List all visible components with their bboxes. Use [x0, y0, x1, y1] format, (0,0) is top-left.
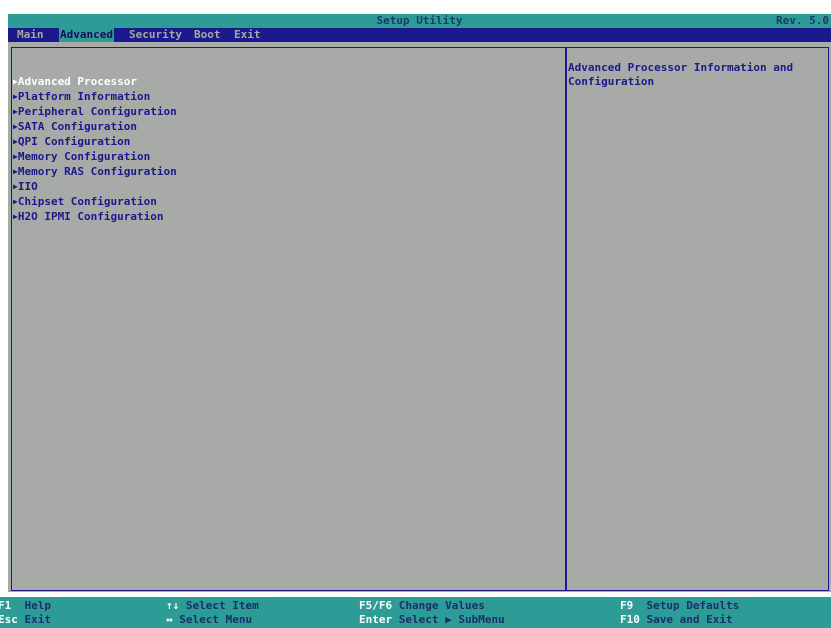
- item-help-text: Advanced Processor Information and Confi…: [568, 61, 794, 88]
- key-help-f10: F10 Save and Exit: [620, 613, 733, 627]
- menu-item-label: Chipset Configuration: [17, 195, 157, 208]
- menu-item-label: Memory Configuration: [17, 150, 151, 163]
- menu-item-list: ▶Advanced Processor ▶Platform Informatio…: [13, 74, 177, 224]
- key-help-bar: F1 Help Esc Exit ↑↓ Select Item ↔ Select…: [0, 597, 831, 628]
- key-help-esc: Esc Exit: [0, 613, 51, 627]
- key-f9-desc: Setup Defaults: [646, 599, 740, 612]
- key-help-enter: Enter Select ▶ SubMenu: [359, 613, 505, 627]
- key-f10-desc: Save and Exit: [646, 613, 733, 626]
- up-down-arrows-icon: ↑↓: [166, 599, 180, 612]
- key-enter: Enter: [359, 613, 393, 626]
- tab-main[interactable]: Main: [16, 28, 45, 42]
- menu-item-sata-configuration[interactable]: ▶SATA Configuration: [13, 119, 177, 134]
- key-esc: Esc: [0, 613, 18, 626]
- menu-item-advanced-processor[interactable]: ▶Advanced Processor: [13, 74, 177, 89]
- left-right-arrows-icon: ↔: [166, 613, 173, 626]
- menu-item-memory-configuration[interactable]: ▶Memory Configuration: [13, 149, 177, 164]
- menu-item-label: Peripheral Configuration: [17, 105, 177, 118]
- tab-security[interactable]: Security: [128, 28, 183, 42]
- key-help-f1: F1 Help: [0, 599, 51, 613]
- key-f5-f6: F5/F6: [359, 599, 393, 612]
- menu-item-platform-information[interactable]: ▶Platform Information: [13, 89, 177, 104]
- menu-item-iio[interactable]: ▶IIO: [13, 179, 177, 194]
- bios-screen: Setup Utility Rev. 5.0 Main Advanced Sec…: [0, 0, 831, 628]
- menu-bar: Main Advanced Security Boot Exit: [8, 28, 831, 42]
- key-help-f5f6: F5/F6 Change Values: [359, 599, 485, 613]
- help-panel: [565, 47, 829, 591]
- menu-item-peripheral-configuration[interactable]: ▶Peripheral Configuration: [13, 104, 177, 119]
- key-f1: F1: [0, 599, 12, 612]
- key-help-updown: ↑↓ Select Item: [166, 599, 259, 613]
- menu-item-qpi-configuration[interactable]: ▶QPI Configuration: [13, 134, 177, 149]
- key-help-leftright: ↔ Select Menu: [166, 613, 252, 627]
- key-f5-f6-desc: Change Values: [398, 599, 485, 612]
- menu-item-chipset-configuration[interactable]: ▶Chipset Configuration: [13, 194, 177, 209]
- menu-item-label: Memory RAS Configuration: [17, 165, 177, 178]
- tab-exit[interactable]: Exit: [233, 28, 262, 42]
- key-esc-desc: Exit: [24, 613, 52, 626]
- menu-item-label: QPI Configuration: [17, 135, 131, 148]
- key-updown-desc: Select Item: [185, 599, 259, 612]
- tab-advanced[interactable]: Advanced: [59, 28, 114, 42]
- app-title: Setup Utility: [376, 14, 463, 27]
- title-bar: Setup Utility Rev. 5.0: [8, 14, 831, 28]
- key-f9: F9: [620, 599, 634, 612]
- key-help-f9: F9 Setup Defaults: [620, 599, 739, 613]
- key-enter-desc: Select ▶ SubMenu: [398, 613, 505, 626]
- key-leftright-desc: Select Menu: [179, 613, 253, 626]
- menu-item-h2o-ipmi-configuration[interactable]: ▶H2O IPMI Configuration: [13, 209, 177, 224]
- menu-item-label: IIO: [17, 180, 38, 193]
- menu-item-label: Platform Information: [17, 90, 151, 103]
- menu-item-memory-ras-configuration[interactable]: ▶Memory RAS Configuration: [13, 164, 177, 179]
- revision-label: Rev. 5.0: [776, 14, 829, 27]
- menu-item-label: SATA Configuration: [17, 120, 138, 133]
- key-f10: F10: [620, 613, 640, 626]
- menu-item-label: H2O IPMI Configuration: [17, 210, 164, 223]
- key-f1-desc: Help: [24, 599, 52, 612]
- tab-boot[interactable]: Boot: [193, 28, 222, 42]
- menu-item-label: Advanced Processor: [17, 75, 138, 88]
